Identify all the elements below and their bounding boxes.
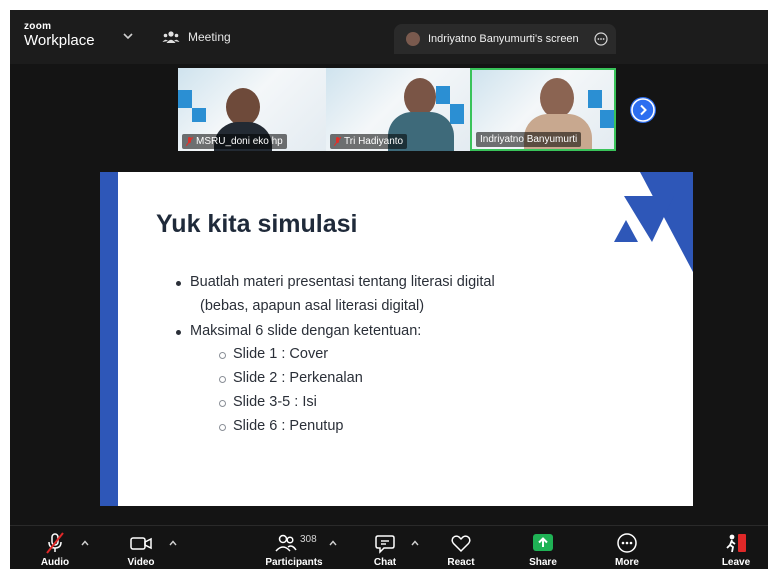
bg-decor [450, 104, 464, 124]
bg-decor [588, 90, 602, 108]
chat-options-caret-icon[interactable] [410, 538, 420, 548]
participant-name: Indriyatno Banyumurti [480, 134, 578, 145]
slide-bullet: Buatlah materi presentasi tentang litera… [176, 274, 495, 290]
logo-top: zoom [24, 21, 52, 32]
chevron-down-icon[interactable] [122, 30, 134, 42]
avatar [406, 32, 420, 46]
react-label: React [447, 557, 475, 568]
share-label: Share [529, 557, 557, 568]
meeting-people-icon [162, 31, 180, 43]
participant-name: Tri Hadiyanto [344, 136, 404, 147]
video-label: Video [127, 557, 155, 568]
video-strip: MSRU_doni eko hp Tri Hadiyanto Indriyatn… [10, 64, 768, 164]
participants-icon [275, 534, 297, 552]
audio-label: Audio [40, 557, 70, 568]
chevron-right-icon [631, 98, 655, 122]
participant-head [226, 88, 260, 126]
video-options-caret-icon[interactable] [168, 538, 178, 548]
leave-door-icon [726, 534, 746, 553]
participants-button[interactable]: Participants [250, 526, 338, 569]
slide-bullet-continuation: (bebas, apapun asal literasi digital) [200, 298, 425, 314]
slide-sub-bullet: Slide 2 : Perkenalan [219, 370, 363, 386]
audio-options-caret-icon[interactable] [80, 538, 90, 548]
slide-logo-decoration [614, 172, 693, 272]
react-button[interactable]: React [426, 526, 496, 569]
video-tile[interactable]: MSRU_doni eko hp [178, 68, 326, 151]
slide-title: Yuk kita simulasi [156, 210, 358, 238]
zoom-window: zoom Workplace Meeting Indriyatno Banyum… [10, 10, 768, 569]
participant-name: MSRU_doni eko hp [196, 136, 283, 147]
bg-decor [178, 90, 192, 108]
share-button[interactable]: Share [508, 526, 578, 569]
slide-sub-bullet: Slide 3-5 : Isi [219, 394, 317, 410]
more-button[interactable]: More [592, 526, 662, 569]
bg-decor [192, 108, 206, 122]
next-page-button[interactable] [630, 97, 656, 123]
chat-label: Chat [373, 557, 397, 568]
more-dots-icon [617, 533, 637, 553]
shared-screen-slide: Yuk kita simulasi Buatlah materi present… [100, 172, 693, 506]
logo-bottom: Workplace [24, 32, 95, 49]
share-tab-label: Indriyatno Banyumurti's screen [428, 33, 579, 45]
zoom-logo: zoom Workplace [24, 21, 95, 49]
participant-head [540, 78, 574, 118]
slide-sub-bullet: Slide 6 : Penutup [218, 418, 344, 434]
participants-options-caret-icon[interactable] [328, 538, 338, 548]
chat-bubble-icon [375, 535, 395, 554]
video-camera-icon [130, 537, 152, 550]
leave-label: Leave [721, 557, 751, 568]
bg-decor [436, 86, 450, 104]
mic-muted-icon [334, 137, 341, 146]
video-tile-active[interactable]: Indriyatno Banyumurti [470, 68, 616, 151]
participants-label: Participants [265, 557, 323, 568]
meeting-tab[interactable]: Meeting [162, 30, 231, 44]
share-screen-tab[interactable]: Indriyatno Banyumurti's screen [394, 24, 616, 54]
name-tag: MSRU_doni eko hp [182, 134, 287, 149]
meeting-toolbar: Audio Video Participants 308 Chat React … [10, 525, 768, 569]
slide-bullet: Maksimal 6 slide dengan ketentuan: [175, 323, 422, 339]
meeting-label: Meeting [188, 30, 231, 44]
share-screen-icon [533, 534, 553, 551]
slide-accent-bar [100, 172, 118, 506]
bg-decor [600, 110, 614, 128]
video-tile[interactable]: Tri Hadiyanto [326, 68, 470, 151]
more-label: More [615, 557, 639, 568]
heart-icon [451, 535, 471, 553]
participants-count: 308 [300, 534, 317, 545]
mic-muted-icon [186, 137, 193, 146]
title-bar: zoom Workplace Meeting Indriyatno Banyum… [10, 10, 768, 64]
name-tag: Tri Hadiyanto [330, 134, 408, 149]
video-button[interactable]: Video [106, 526, 176, 569]
leave-button[interactable]: Leave [706, 526, 766, 569]
participant-head [404, 78, 436, 116]
slide-sub-bullet: Slide 1 : Cover [218, 346, 329, 362]
mic-muted-icon [46, 532, 64, 554]
name-tag: Indriyatno Banyumurti [476, 132, 582, 147]
more-options-icon[interactable] [594, 32, 608, 46]
